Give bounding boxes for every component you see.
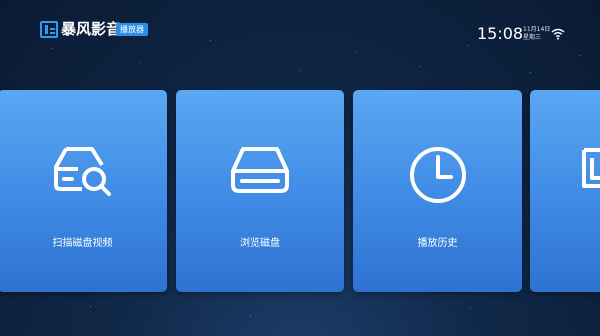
tile-playback-history[interactable]: 播放历史	[353, 90, 522, 292]
date-text: 11月14日	[523, 26, 551, 33]
tile-label: 浏览磁盘	[240, 238, 280, 249]
screen-icon	[582, 148, 600, 188]
tile-partial[interactable]	[530, 90, 600, 292]
tile-label: 扫描磁盘视频	[52, 238, 113, 249]
wifi-icon	[551, 28, 565, 40]
player-badge: 播放器	[116, 23, 148, 36]
tile-scan-disk-videos[interactable]: 扫描磁盘视频	[0, 90, 167, 292]
scan-disk-icon	[53, 147, 111, 196]
top-bar: 暴风影音 播放器 15:08 11月14日 星期三	[0, 0, 600, 60]
clock-time: 15:08	[477, 24, 524, 43]
weekday-text: 星期三	[523, 34, 542, 41]
tile-browse-disk[interactable]: 浏览磁盘	[176, 90, 344, 292]
disk-drive-icon	[231, 147, 289, 193]
tile-label: 播放历史	[417, 238, 458, 249]
app-logo-icon	[40, 21, 58, 38]
clock-icon	[409, 147, 466, 203]
date-display: 11月14日 星期三	[523, 26, 550, 42]
app-title: 暴风影音	[61, 20, 122, 38]
